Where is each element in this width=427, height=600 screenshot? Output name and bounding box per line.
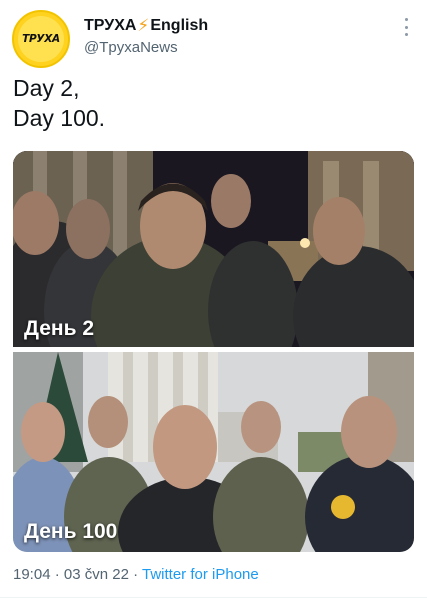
display-name-suffix: English (150, 17, 209, 34)
tweet-header: ТРУХА ТРУХА ⚡ English @TpyxaNews (12, 10, 415, 68)
tweet-source-link[interactable]: Twitter for iPhone (142, 566, 259, 583)
divider-line (0, 597, 427, 598)
photo-bottom-caption: День 100 (24, 520, 118, 543)
avatar-logo-text: ТРУХА (18, 16, 64, 62)
more-vertical-icon[interactable] (403, 18, 409, 36)
tweet-meta: 19:04 · 03 čvn 22 · Twitter for iPhone (13, 566, 259, 583)
display-name-prefix: ТРУХА (84, 17, 137, 34)
account-names[interactable]: ТРУХА ⚡ English @TpyxaNews (84, 16, 208, 56)
tweet-media[interactable]: День 2 День 100 (13, 151, 414, 552)
lightning-icon: ⚡ (137, 16, 150, 35)
tweet-text: Day 2, Day 100. (13, 75, 106, 131)
photo-night-selfie[interactable]: День 2 (13, 151, 414, 347)
meta-separator: · (128, 566, 142, 583)
tweet-date[interactable]: 03 čvn 22 (64, 566, 129, 583)
account-handle[interactable]: @TpyxaNews (84, 39, 208, 56)
tweet-time[interactable]: 19:04 (13, 566, 51, 583)
meta-separator: · (50, 566, 64, 583)
display-name[interactable]: ТРУХА ⚡ English (84, 16, 208, 36)
avatar[interactable]: ТРУХА (12, 10, 70, 68)
photo-day-selfie[interactable]: День 100 (13, 352, 414, 552)
photo-top-caption: День 2 (24, 317, 95, 340)
